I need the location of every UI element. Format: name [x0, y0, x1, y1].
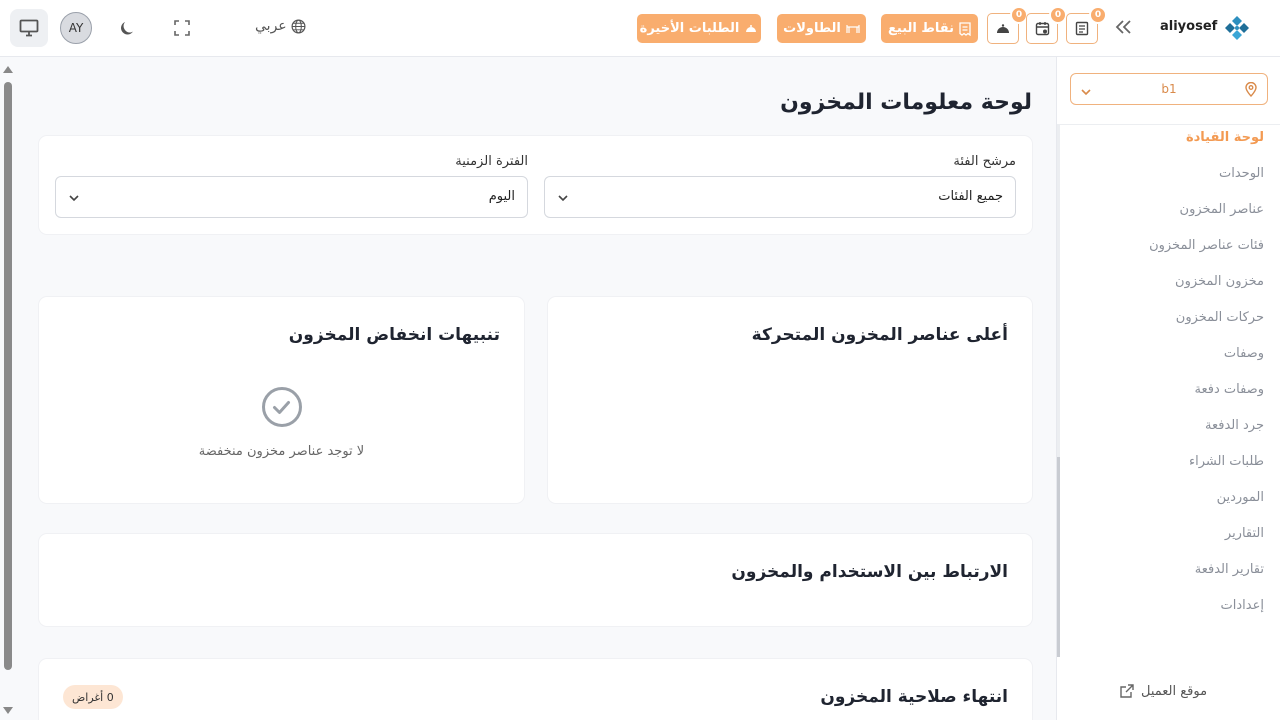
external-link-icon — [1120, 684, 1134, 698]
badge-count: 0 — [1049, 6, 1067, 24]
stock-expiry-title: انتهاء صلاحية المخزون — [820, 687, 1008, 707]
brand-name: aliyosef — [1160, 19, 1218, 34]
top-bar: AY عربي الطلبات الأخيرة الطاولات نقاط ال… — [0, 0, 1280, 57]
sidebar: b1 لوحة القيادة الوحدات عناصر المخزون فئ… — [1056, 57, 1280, 720]
sidebar-item-recipes[interactable]: وصفات — [1149, 345, 1264, 381]
moon-icon[interactable] — [108, 9, 146, 47]
low-stock-alerts-card: تنبيهات انخفاض المخزون لا توجد عناصر مخز… — [39, 297, 524, 503]
filters-card: مرشح الفئة جميع الفئات الفترة الزمنية ال… — [39, 136, 1032, 234]
check-circle-icon — [261, 386, 303, 432]
customer-site-label: موقع العميل — [1141, 683, 1208, 699]
chevron-down-icon — [557, 189, 569, 208]
top-moving-items-card: أعلى عناصر المخزون المتحركة — [548, 297, 1032, 503]
sidebar-item-dashboard[interactable]: لوحة القيادة — [1149, 129, 1264, 165]
low-stock-alerts-title: تنبيهات انخفاض المخزون — [288, 325, 500, 345]
cloche-icon — [996, 23, 1010, 34]
sidebar-item-inventory-stock[interactable]: مخزون المخزون — [1149, 273, 1264, 309]
reservations-button[interactable]: 0 — [1026, 6, 1067, 44]
scroll-thumb[interactable] — [4, 82, 12, 670]
tables-button[interactable]: الطاولات — [777, 14, 866, 43]
fullscreen-icon[interactable] — [163, 9, 201, 47]
sidebar-item-stock-item-categories[interactable]: فئات عناصر المخزون — [1149, 237, 1264, 273]
sidebar-item-units[interactable]: الوحدات — [1149, 165, 1264, 201]
branch-value: b1 — [1161, 82, 1177, 96]
category-filter-label: مرشح الفئة — [953, 154, 1016, 169]
sidebar-item-batch-recipes[interactable]: وصفات دفعة — [1149, 381, 1264, 417]
calendar-icon — [1035, 22, 1049, 36]
period-filter-value: اليوم — [488, 189, 515, 204]
expiry-count-badge: 0 أغراض — [63, 685, 123, 709]
customer-site-link[interactable]: موقع العميل — [1119, 683, 1207, 699]
sidebar-item-stock-items[interactable]: عناصر المخزون — [1149, 201, 1264, 237]
logo-icon — [1224, 15, 1250, 45]
period-filter-label: الفترة الزمنية — [455, 154, 528, 169]
language-label: عربي — [255, 18, 287, 34]
sidebar-item-purchase-orders[interactable]: طلبات الشراء — [1149, 453, 1264, 489]
table-icon — [846, 24, 860, 33]
sidebar-scrollbar[interactable] — [1057, 125, 1060, 657]
scroll-up-arrow-icon[interactable] — [3, 66, 13, 73]
period-filter-select[interactable]: اليوم — [55, 176, 528, 218]
sidebar-item-reports[interactable]: التقارير — [1149, 525, 1264, 561]
collapse-sidebar-icon[interactable] — [1113, 17, 1133, 42]
pos-label: نقاط البيع — [888, 21, 954, 36]
recent-orders-button[interactable]: الطلبات الأخيرة — [637, 14, 761, 43]
sidebar-nav: لوحة القيادة الوحدات عناصر المخزون فئات … — [1149, 129, 1264, 633]
language-switcher[interactable]: عربي — [255, 18, 306, 34]
usage-stock-correlation-card: الارتباط بين الاستخدام والمخزون — [39, 534, 1032, 626]
category-filter-select[interactable]: جميع الفئات — [544, 176, 1016, 218]
category-filter-value: جميع الفئات — [938, 189, 1003, 204]
sidebar-scroll-thumb[interactable] — [1057, 457, 1060, 657]
pos-button[interactable]: نقاط البيع — [881, 14, 978, 43]
kitchen-orders-button[interactable]: 0 — [987, 6, 1028, 44]
branch-select[interactable]: b1 — [1070, 73, 1268, 105]
top-moving-items-title: أعلى عناصر المخزون المتحركة — [751, 325, 1008, 345]
sidebar-item-suppliers[interactable]: الموردين — [1149, 489, 1264, 525]
low-stock-empty-text: لا توجد عناصر مخزون منخفضة — [198, 444, 365, 459]
invoice-icon — [1075, 21, 1089, 36]
stock-expiry-card: انتهاء صلاحية المخزون 0 أغراض — [39, 659, 1032, 720]
correlation-title: الارتباط بين الاستخدام والمخزون — [731, 562, 1008, 582]
sidebar-item-batch-inventory[interactable]: جرد الدفعة — [1149, 417, 1264, 453]
chevron-down-icon — [68, 189, 80, 208]
sidebar-divider — [1057, 124, 1280, 125]
sidebar-item-stock-movements[interactable]: حركات المخزون — [1149, 309, 1264, 345]
tables-label: الطاولات — [783, 21, 841, 36]
location-pin-icon — [1245, 81, 1257, 101]
scroll-down-arrow-icon[interactable] — [3, 707, 13, 714]
sidebar-item-settings[interactable]: إعدادات — [1149, 597, 1264, 633]
cloche-icon — [745, 24, 758, 33]
globe-icon — [291, 19, 306, 33]
badge-count: 0 — [1089, 6, 1107, 24]
monitor-icon[interactable] — [10, 9, 48, 47]
receipt-icon — [959, 21, 971, 36]
avatar[interactable]: AY — [60, 12, 92, 44]
page-scrollbar[interactable] — [3, 66, 13, 720]
invoices-button[interactable]: 0 — [1066, 6, 1107, 44]
recent-orders-label: الطلبات الأخيرة — [639, 21, 740, 36]
page-title: لوحة معلومات المخزون — [780, 90, 1032, 115]
sidebar-item-batch-reports[interactable]: تقارير الدفعة — [1149, 561, 1264, 597]
